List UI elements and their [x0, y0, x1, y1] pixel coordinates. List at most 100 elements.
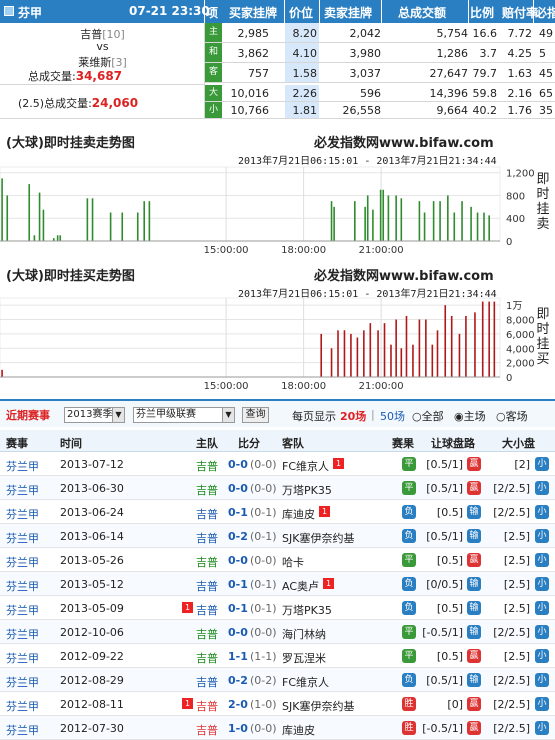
match-away[interactable]: 海门林纳	[282, 626, 326, 642]
chart-bar	[412, 344, 414, 377]
match-away[interactable]: 万塔PK35	[282, 482, 332, 498]
chart-bar	[337, 330, 339, 377]
match-away[interactable]: FC维京人	[282, 458, 329, 474]
match-league[interactable]: 芬兰甲	[6, 578, 39, 594]
per-page-50[interactable]: 50场	[380, 408, 405, 424]
chart-bar	[476, 212, 479, 241]
chart1-side-label: 即时挂卖	[536, 172, 550, 232]
radio-all[interactable]: ○全部	[412, 408, 444, 424]
match-home[interactable]: 吉普	[196, 722, 218, 738]
handicap-line: [0.5/1]	[426, 530, 463, 543]
match-row[interactable]: 芬兰甲 2013-05-09 1 吉普 0-1 (0-1) 万塔PK35 负 [0.5] 输 [2.…	[0, 596, 555, 620]
y-tick-label: 6,000	[506, 330, 535, 341]
match-date: 2013-05-09	[60, 602, 124, 615]
market-sell: 3,037	[349, 67, 382, 80]
match-date: 2012-10-06	[60, 626, 124, 639]
match-home[interactable]: 吉普	[196, 482, 218, 498]
x-tick-label: 15:00:00	[204, 381, 249, 392]
handicap-result: 赢	[467, 721, 481, 735]
league-select[interactable]: 芬兰甲级联赛 ▼	[133, 407, 235, 423]
match-league[interactable]: 芬兰甲	[6, 554, 39, 570]
match-row[interactable]: 芬兰甲 2013-06-30 吉普 0-0 (0-0) 万塔PK35 平 [0.5/1] 赢 [2…	[0, 476, 555, 500]
result-badge: 平	[402, 457, 416, 471]
market-payout: 4.25	[507, 47, 533, 60]
y-tick-label: 800	[506, 191, 525, 202]
match-home[interactable]: 吉普	[196, 530, 218, 546]
match-league[interactable]: 芬兰甲	[6, 506, 39, 522]
match-league[interactable]: 芬兰甲	[6, 674, 39, 690]
per-page-label: 每页显示	[292, 410, 336, 423]
radio-away[interactable]: ○客场	[496, 408, 528, 424]
match-row[interactable]: 芬兰甲 2013-06-14 吉普 0-2 (0-1) SJK塞伊奈约基 负 [0.5/1] 输…	[0, 524, 555, 548]
ou-line: [2.5]	[503, 602, 530, 615]
col-index: 必指	[535, 6, 555, 20]
match-home[interactable]: 吉普	[196, 506, 218, 522]
match-halftime: (1-1)	[250, 650, 277, 663]
match-home[interactable]: 吉普	[196, 674, 218, 690]
match-home[interactable]: 吉普	[196, 650, 218, 666]
match-away[interactable]: 库迪皮	[282, 722, 315, 738]
chart-bar	[447, 195, 449, 241]
vs-text: vs	[96, 40, 109, 53]
match-halftime: (0-0)	[250, 482, 277, 495]
match-date: 2013-06-24	[60, 506, 124, 519]
match-home[interactable]: 吉普	[196, 698, 218, 714]
match-home[interactable]: 吉普	[196, 602, 218, 618]
chart-bar	[42, 209, 45, 241]
chart-bar	[458, 333, 461, 377]
match-away[interactable]: 哈卡	[282, 554, 304, 570]
match-league[interactable]: 芬兰甲	[6, 722, 39, 738]
y-tick-label: 0	[506, 373, 512, 384]
match-league[interactable]: 芬兰甲	[6, 458, 39, 474]
market-price: 2.26	[292, 87, 318, 100]
match-row[interactable]: 芬兰甲 2012-09-22 吉普 1-1 (1-1) 罗瓦涅米 平 [0.5] 赢 [2.5] 小	[0, 644, 555, 668]
match-away[interactable]: SJK塞伊奈约基	[282, 698, 354, 714]
market-price: 1.58	[292, 67, 318, 80]
match-home[interactable]: 吉普	[196, 626, 218, 642]
match-row[interactable]: 芬兰甲 2013-05-26 吉普 0-0 (0-0) 哈卡 平 [0.5] 赢 [2.5] 小	[0, 548, 555, 572]
match-row[interactable]: 芬兰甲 2013-06-24 吉普 0-1 (0-1) 库迪皮 1 负 [0.5] 输 [2/2.5…	[0, 500, 555, 524]
match-away[interactable]: 库迪皮	[282, 506, 315, 522]
match-away[interactable]: FC维京人	[282, 674, 329, 690]
match-league[interactable]: 芬兰甲	[6, 602, 39, 618]
chart2-plot: 1万 8,000 6,000 4,000 2,000 0 15:00:00 18:00:00 2…	[0, 297, 535, 392]
match-home[interactable]: 吉普	[196, 458, 218, 474]
match-league[interactable]: 芬兰甲	[6, 650, 39, 666]
match-row[interactable]: 芬兰甲 2012-08-11 1 吉普 2-0 (1-0) SJK塞伊奈约基 胜 [0] 赢 [2/…	[0, 692, 555, 716]
match-row[interactable]: 芬兰甲 2012-08-29 吉普 0-2 (0-2) FC维京人 负 [0.5/1] 输 [2/…	[0, 668, 555, 692]
season-select[interactable]: 2013赛季 ▼	[64, 407, 125, 423]
chart-bar	[364, 206, 366, 241]
handicap-line: [0.5/1]	[426, 674, 463, 687]
match-away[interactable]: AC奥卢	[282, 578, 319, 594]
col-buy: 买家挂牌	[229, 6, 278, 20]
match-league[interactable]: 芬兰甲	[6, 626, 39, 642]
match-league[interactable]: 芬兰甲	[6, 530, 39, 546]
match-score: 1-0	[228, 722, 248, 735]
match-home[interactable]: 吉普	[196, 554, 218, 570]
radio-home[interactable]: ◉主场	[454, 408, 486, 424]
query-button[interactable]: 查询	[242, 407, 269, 423]
match-row[interactable]: 芬兰甲 2013-05-12 吉普 0-1 (0-1) AC奥卢 1 负 [0/0.5] 输 [2.…	[0, 572, 555, 596]
match-away[interactable]: 罗瓦涅米	[282, 650, 326, 666]
match-row[interactable]: 芬兰甲 2013-07-12 吉普 0-0 (0-0) FC维京人 1 平 [0.5/1] 赢 [2…	[0, 452, 555, 476]
match-score: 2-0	[228, 698, 248, 711]
market-label: 和	[205, 43, 222, 62]
match-league[interactable]: 芬兰甲	[6, 698, 39, 714]
filter-bar: 近期赛事 2013赛季 ▼ 芬兰甲级联赛 ▼ 查询 每页显示 20场 | 50场 ○…	[0, 399, 555, 427]
ou-line: [2]	[514, 458, 530, 471]
match-away[interactable]: SJK塞伊奈约基	[282, 530, 354, 546]
match-away[interactable]: 万塔PK35	[282, 602, 332, 618]
match-league[interactable]: 芬兰甲	[6, 482, 39, 498]
chart-bar	[470, 206, 472, 241]
per-page-20[interactable]: 20场	[340, 408, 366, 424]
match-row[interactable]: 芬兰甲 2012-10-06 吉普 0-0 (0-0) 海门林纳 平 [-0.5/1] 输 [2/…	[0, 620, 555, 644]
chart1-title: (大球)即时挂卖走势图	[6, 136, 135, 151]
chart-bar	[372, 209, 374, 241]
match-score: 0-0	[228, 482, 248, 495]
match-row[interactable]: 芬兰甲 2012-07-30 吉普 1-0 (0-0) 库迪皮 胜 [-0.5/1] 赢 [2/2…	[0, 716, 555, 740]
ou-result: 小	[535, 625, 549, 639]
market-idx: 49	[539, 27, 553, 40]
chart-bar	[28, 184, 31, 241]
match-home[interactable]: 吉普	[196, 578, 218, 594]
y-tick-label: 1万	[506, 301, 522, 312]
